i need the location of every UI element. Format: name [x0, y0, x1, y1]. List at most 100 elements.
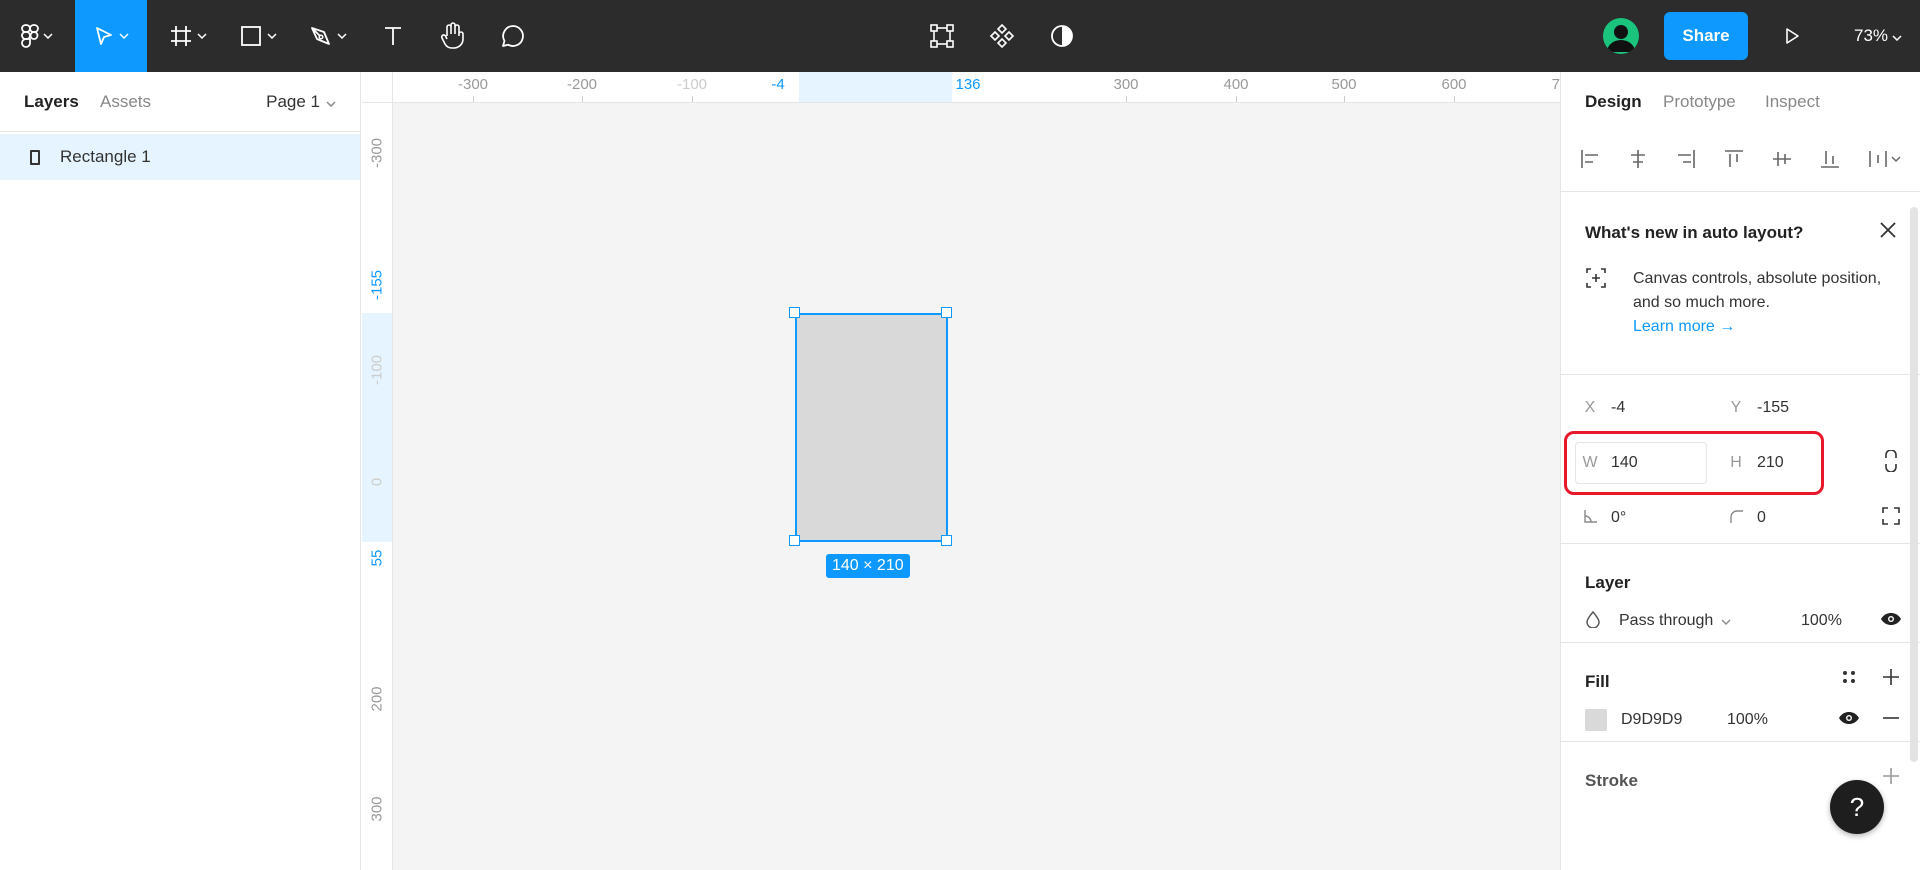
- right-panel-tabs: Design Prototype Inspect: [1561, 72, 1920, 132]
- add-stroke-button[interactable]: [1878, 765, 1904, 791]
- corner-radius-icon: [1721, 508, 1751, 529]
- layer-opacity-value: 100%: [1801, 612, 1842, 629]
- ruler-label-selection-end: 136: [955, 76, 981, 93]
- hand-tool-button[interactable]: [428, 0, 478, 72]
- fill-styles-button[interactable]: [1836, 666, 1862, 692]
- move-tool-button[interactable]: [75, 0, 147, 72]
- independent-corners-button[interactable]: [1878, 505, 1904, 531]
- align-center-v-button[interactable]: [1767, 146, 1797, 176]
- vertical-ruler: -300 -155 -100 0 55 200 300: [362, 103, 393, 870]
- tab-inspect[interactable]: Inspect: [1765, 92, 1820, 112]
- plus-icon: [1882, 668, 1900, 691]
- fill-section: Fill D9D9D9 100%: [1561, 644, 1920, 742]
- close-icon: [1879, 221, 1897, 244]
- zoom-dropdown[interactable]: 73%: [1836, 0, 1920, 72]
- plus-icon: [1882, 767, 1900, 790]
- y-label: Y: [1730, 399, 1742, 416]
- resize-handle-bottom-right[interactable]: [941, 535, 952, 546]
- ruler-label: -300: [368, 137, 386, 168]
- ruler-label: 600: [1441, 76, 1467, 93]
- align-center-h-button[interactable]: [1623, 146, 1653, 176]
- chevron-down-icon: [197, 33, 207, 39]
- y-value: -155: [1757, 399, 1790, 416]
- distribute-icon: [1867, 148, 1903, 175]
- ruler-label: 300: [368, 796, 386, 822]
- figma-logo-icon: [21, 24, 39, 48]
- resize-handle-top-right[interactable]: [941, 307, 952, 318]
- user-avatar[interactable]: [1603, 18, 1639, 54]
- horizontal-ruler: -300 -200 -100 -4 136 300 400 500 600 70: [362, 72, 1560, 103]
- contrast-icon: [1049, 23, 1075, 49]
- align-center-horizontal-icon: [1627, 148, 1649, 175]
- ruler-corner: [362, 72, 393, 103]
- whats-new-title: What's new in auto layout?: [1585, 223, 1804, 242]
- blend-mode-dropdown[interactable]: Pass through: [1585, 603, 1731, 639]
- canvas[interactable]: [393, 103, 1560, 870]
- resize-handle-bottom-left[interactable]: [789, 535, 800, 546]
- x-value: -4: [1611, 399, 1626, 416]
- fill-opacity-field[interactable]: 100%: [1727, 702, 1768, 738]
- ruler-label: 500: [1331, 76, 1357, 93]
- main-menu-button[interactable]: [10, 0, 64, 72]
- minus-icon: [1882, 709, 1900, 732]
- chevron-down-icon: [1721, 612, 1731, 630]
- rectangle-layer-icon: [30, 149, 40, 165]
- pen-tool-button[interactable]: [298, 0, 358, 72]
- layer-item[interactable]: Rectangle 1: [0, 134, 360, 180]
- whats-new-card: What's new in auto layout? Canvas contro…: [1561, 193, 1920, 375]
- learn-more-link[interactable]: Learn more →: [1633, 318, 1735, 335]
- close-button[interactable]: [1875, 219, 1901, 245]
- align-bottom-button[interactable]: [1815, 146, 1845, 176]
- corner-radius-field[interactable]: 0: [1721, 496, 1766, 540]
- ruler-label: 0: [368, 477, 386, 487]
- remove-fill-button[interactable]: [1878, 707, 1904, 733]
- tab-assets[interactable]: Assets: [100, 92, 151, 112]
- share-button[interactable]: Share: [1664, 12, 1748, 60]
- stroke-section-title: Stroke: [1585, 771, 1638, 790]
- ruler-label: -100: [368, 354, 386, 385]
- corner-radius-value: 0: [1757, 509, 1766, 526]
- eye-icon: [1880, 612, 1902, 631]
- transform-properties: X -4 Y -155 W 140 H 210 0° 0: [1561, 376, 1920, 544]
- fill-color-swatch[interactable]: [1585, 709, 1607, 731]
- align-right-button[interactable]: [1671, 146, 1701, 176]
- play-icon: [1782, 26, 1802, 46]
- align-top-button[interactable]: [1719, 146, 1749, 176]
- tab-prototype[interactable]: Prototype: [1663, 92, 1736, 112]
- selected-rectangle[interactable]: [795, 313, 948, 542]
- tab-layers[interactable]: Layers: [24, 92, 79, 112]
- frame-tool-button[interactable]: [158, 0, 218, 72]
- design-panel: Design Prototype Inspect What's new in a…: [1560, 72, 1920, 870]
- cursor-icon: [93, 25, 115, 47]
- text-tool-button[interactable]: [368, 0, 418, 72]
- ruler-label: 70: [1551, 76, 1560, 93]
- x-field[interactable]: X -4: [1575, 386, 1626, 430]
- add-fill-button[interactable]: [1878, 666, 1904, 692]
- present-button[interactable]: [1772, 0, 1812, 72]
- ruler-label-selection-end: 55: [368, 549, 386, 567]
- chevron-down-icon: [1892, 26, 1902, 46]
- align-right-icon: [1675, 148, 1697, 175]
- fill-row[interactable]: D9D9D9: [1585, 702, 1682, 738]
- component-button[interactable]: [980, 0, 1024, 72]
- resize-handle-top-left[interactable]: [789, 307, 800, 318]
- help-button[interactable]: ?: [1830, 780, 1884, 834]
- distribute-button[interactable]: [1863, 146, 1907, 176]
- layer-visibility-button[interactable]: [1878, 608, 1904, 634]
- layer-opacity-field[interactable]: 100%: [1801, 603, 1842, 639]
- comment-icon: [500, 23, 526, 49]
- page-selector[interactable]: Page 1: [266, 92, 336, 112]
- tab-design[interactable]: Design: [1585, 92, 1642, 112]
- comment-tool-button[interactable]: [488, 0, 538, 72]
- fill-visibility-button[interactable]: [1836, 707, 1862, 733]
- ruler-label: -200: [566, 76, 598, 93]
- y-field[interactable]: Y -155: [1721, 386, 1789, 430]
- shape-tool-button[interactable]: [228, 0, 288, 72]
- align-left-button[interactable]: [1575, 146, 1605, 176]
- constrain-proportions-button[interactable]: [1878, 448, 1904, 476]
- mask-button[interactable]: [1040, 0, 1084, 72]
- ruler-label: 200: [368, 686, 386, 712]
- panel-scrollbar[interactable]: [1910, 207, 1918, 762]
- edit-object-button[interactable]: [920, 0, 964, 72]
- rotation-field[interactable]: 0°: [1575, 496, 1626, 540]
